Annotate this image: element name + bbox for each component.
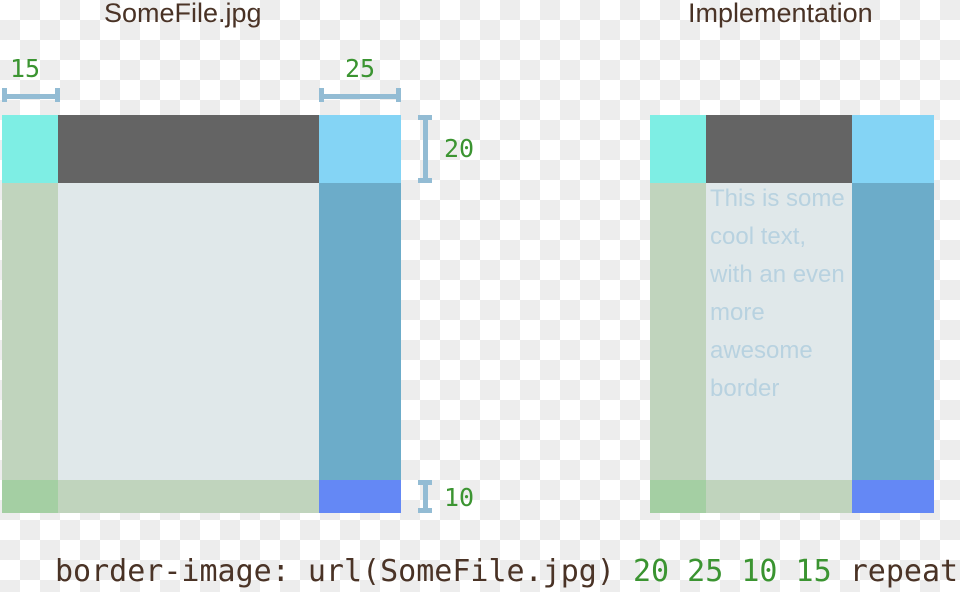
dim-label-top-slice: 20: [444, 134, 475, 163]
measure-cap-end: [55, 88, 60, 102]
impl-corner-top-left: [650, 115, 706, 183]
measure-top-slice: [418, 115, 432, 183]
measure-left-slice: [2, 88, 60, 102]
measure-bar: [319, 94, 401, 99]
impl-edge-right: [852, 183, 934, 480]
measure-cap-start: [418, 115, 432, 120]
source-corner-top-left: [2, 115, 58, 183]
measure-cap-end: [418, 508, 432, 513]
impl-corner-bottom-right: [852, 480, 934, 513]
dim-label-bottom-slice: 10: [444, 483, 475, 512]
caption-space-3: [832, 554, 850, 589]
impl-edge-top: [706, 115, 852, 183]
source-edge-top: [58, 115, 319, 183]
source-edge-right: [319, 183, 401, 480]
impl-corner-top-right: [852, 115, 934, 183]
caption-code: border-image: url(SomeFile.jpg) 20 25 10…: [55, 557, 958, 587]
source-corner-bottom-left: [2, 480, 58, 513]
caption-space-1: [290, 554, 308, 589]
left-panel-title: SomeFile.jpg: [104, 0, 262, 28]
caption-property: border-image:: [55, 554, 290, 589]
impl-edge-left: [650, 183, 706, 480]
source-center-fill: [58, 183, 319, 480]
caption-space-2: [615, 554, 633, 589]
measure-cap-end: [418, 178, 432, 183]
source-corner-bottom-right: [319, 480, 401, 513]
measure-bar: [2, 94, 60, 99]
caption-keyword: repeat: [849, 554, 959, 589]
impl-edge-bottom: [706, 480, 852, 513]
dim-label-right-slice: 25: [345, 54, 376, 83]
measure-cap-end: [396, 88, 401, 102]
right-panel-title: Implementation: [688, 0, 873, 28]
impl-body-text: This is some cool text, with an even mor…: [710, 185, 845, 402]
measure-bottom-slice: [418, 480, 432, 513]
measure-cap-start: [418, 480, 432, 485]
diagram-canvas: SomeFile.jpg 15 25 20 10 Implementation …: [0, 0, 960, 592]
measure-bar: [423, 115, 428, 183]
measure-cap-start: [319, 88, 324, 102]
impl-corner-bottom-left: [650, 480, 706, 513]
caption-url: url(SomeFile.jpg): [307, 554, 615, 589]
caption-slice-values: 20 25 10 15: [632, 554, 832, 589]
dim-label-left-slice: 15: [10, 54, 41, 83]
source-edge-left: [2, 183, 58, 480]
measure-right-slice: [319, 88, 401, 102]
source-corner-top-right: [319, 115, 401, 183]
source-edge-bottom: [58, 480, 319, 513]
measure-cap-start: [2, 88, 7, 102]
